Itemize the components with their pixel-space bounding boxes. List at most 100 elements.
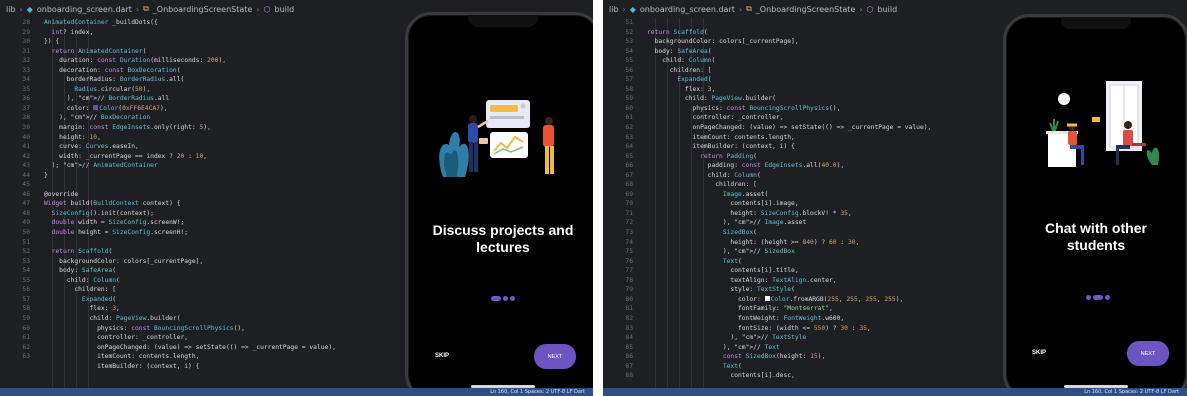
- breadcrumb-file[interactable]: onboarding_screen.dart: [37, 5, 132, 14]
- code-line[interactable]: children: [: [647, 180, 931, 190]
- code-line[interactable]: return Scaffold(: [647, 28, 931, 38]
- code-line[interactable]: fontFamily: "Montserrat",: [647, 304, 931, 314]
- code-line[interactable]: fontWeight: FontWeight.w600,: [647, 314, 931, 324]
- line-number: 54: [625, 47, 633, 55]
- code-line[interactable]: contents[i].desc,: [647, 371, 931, 381]
- skip-button[interactable]: SKIP: [1032, 350, 1046, 356]
- code-line[interactable]: ), "cm">// Image.asset: [647, 218, 931, 228]
- line-number: 33: [22, 66, 30, 74]
- code-line[interactable]: itemBuilder: (context, i) {: [647, 142, 931, 152]
- code-line[interactable]: color: Color(0xFF6E4CA7),: [44, 104, 336, 114]
- line-number: 64: [625, 143, 633, 151]
- code-line[interactable]: body: SafeArea(: [647, 47, 931, 57]
- code-line[interactable]: borderRadius: BorderRadius.all(: [44, 75, 336, 85]
- code-line[interactable]: return Padding(: [647, 152, 931, 162]
- code-line[interactable]: fontSize: (width <= 550) ? 30 : 35,: [647, 324, 931, 334]
- code-line[interactable]: textAlign: TextAlign.center,: [647, 276, 931, 286]
- code-line[interactable]: itemCount: contents.length,: [647, 133, 931, 143]
- line-number: 68: [625, 181, 633, 189]
- code-line[interactable]: backgroundColor: colors[_currentPage],: [647, 37, 931, 47]
- code-line[interactable]: itemBuilder: (context, i) {: [44, 362, 336, 372]
- code-line[interactable]: height: (height >= 840) ? 60 : 30,: [647, 238, 931, 248]
- next-button[interactable]: NEXT: [1127, 341, 1169, 366]
- code-line[interactable]: [647, 18, 931, 28]
- code-line[interactable]: SizedBox(: [647, 228, 931, 238]
- code-line[interactable]: int? index,: [44, 28, 336, 38]
- code-line[interactable]: color: Color.fromARGB(255, 255, 255, 255…: [647, 295, 931, 305]
- code-line[interactable]: ), "cm">// Text: [647, 343, 931, 353]
- code-line[interactable]: child: PageView.builder(: [44, 314, 336, 324]
- code-line[interactable]: Text(: [647, 362, 931, 372]
- code-line[interactable]: Image.asset(: [647, 190, 931, 200]
- code-line[interactable]: height: SizeConfig.blockV! * 35,: [647, 209, 931, 219]
- code-line[interactable]: curve: Curves.easeIn,: [44, 142, 336, 152]
- code-line[interactable]: Text(: [647, 257, 931, 267]
- code-line[interactable]: padding: const EdgeInsets.all(40.0),: [647, 161, 931, 171]
- code-line[interactable]: children: [: [44, 285, 336, 295]
- breadcrumb-file[interactable]: onboarding_screen.dart: [640, 5, 735, 14]
- code-line[interactable]: margin: const EdgeInsets.only(right: 5),: [44, 123, 336, 133]
- code-line[interactable]: style: TextStyle(: [647, 285, 931, 295]
- code-line[interactable]: height: 10,: [44, 133, 336, 143]
- breadcrumb-method[interactable]: build: [275, 5, 295, 14]
- code-line[interactable]: physics: const BouncingScrollPhysics(),: [647, 104, 931, 114]
- code-line[interactable]: AnimatedContainer _buildDots({: [44, 18, 336, 28]
- code-line[interactable]: ), "cm">// SizedBox: [647, 247, 931, 257]
- code-line[interactable]: decoration: const BoxDecoration(: [44, 66, 336, 76]
- line-number: 51: [625, 19, 633, 26]
- code-line[interactable]: itemCount: contents.length,: [44, 352, 336, 362]
- code-line[interactable]: Widget build(BuildContext context) {: [44, 199, 336, 209]
- code-line[interactable]: physics: const BouncingScrollPhysics(),: [44, 324, 336, 334]
- code-line[interactable]: onPageChanged: (value) => setState(() =>…: [44, 343, 336, 353]
- code-line[interactable]: children: [: [647, 66, 931, 76]
- code-line[interactable]: contents[i].title,: [647, 266, 931, 276]
- next-button[interactable]: NEXT: [534, 344, 576, 369]
- code-line[interactable]: ), "cm">// BorderRadius.all: [44, 94, 336, 104]
- breadcrumb-lib[interactable]: lib: [609, 5, 619, 14]
- code-line[interactable]: }) {: [44, 37, 336, 47]
- line-number: 57: [625, 76, 633, 84]
- breadcrumb-lib[interactable]: lib: [6, 5, 16, 14]
- breadcrumb-method[interactable]: build: [878, 5, 898, 14]
- code-line[interactable]: @override: [44, 190, 336, 200]
- code-line[interactable]: body: SafeArea(: [44, 266, 336, 276]
- breadcrumb-class[interactable]: _OnboardingScreenState: [756, 5, 856, 14]
- code-line[interactable]: return AnimatedContainer(: [44, 47, 336, 57]
- code-line[interactable]: width: _currentPage == index ? 20 : 10,: [44, 152, 336, 162]
- onboarding-illustration: [1046, 81, 1160, 167]
- code-line[interactable]: backgroundColor: colors[_currentPage],: [44, 257, 336, 267]
- code-line[interactable]: child: Column(: [647, 171, 931, 181]
- line-number: 63: [22, 353, 30, 361]
- code-line[interactable]: [44, 180, 336, 190]
- code-line[interactable]: contents[i].image,: [647, 199, 931, 209]
- code-line[interactable]: [44, 238, 336, 248]
- code-line[interactable]: double width = SizeConfig.screenW!;: [44, 218, 336, 228]
- code-text[interactable]: return Scaffold( backgroundColor: colors…: [647, 18, 931, 381]
- code-line[interactable]: double height = SizeConfig.screenH!;: [44, 228, 336, 238]
- breadcrumb-class[interactable]: _OnboardingScreenState: [153, 5, 253, 14]
- status-bar: Ln 160, Col 1 Spaces: 2 UTF-8 LF Dart: [603, 388, 1187, 396]
- code-line[interactable]: child: PageView.builder(: [647, 94, 931, 104]
- code-line[interactable]: return Scaffold(: [44, 247, 336, 257]
- code-line[interactable]: Radius.circular(50),: [44, 85, 336, 95]
- code-line[interactable]: Expanded(: [44, 295, 336, 305]
- code-line[interactable]: ), "cm">// TextStyle: [647, 333, 931, 343]
- code-line[interactable]: child: Column(: [44, 276, 336, 286]
- code-line[interactable]: ); "cm">// AnimatedContainer: [44, 161, 336, 171]
- code-line[interactable]: flex: 3,: [647, 85, 931, 95]
- code-line[interactable]: }: [44, 171, 336, 181]
- code-line[interactable]: onPageChanged: (value) => setState(() =>…: [647, 123, 931, 133]
- skip-button[interactable]: SKIP: [435, 353, 449, 359]
- code-line[interactable]: controller: _controller,: [647, 113, 931, 123]
- code-line[interactable]: controller: _controller,: [44, 333, 336, 343]
- line-number: 53: [22, 257, 30, 265]
- code-line[interactable]: const SizedBox(height: 15),: [647, 352, 931, 362]
- code-line[interactable]: flex: 3,: [44, 304, 336, 314]
- code-line[interactable]: child: Column(: [647, 56, 931, 66]
- code-line[interactable]: SizeConfig().init(context);: [44, 209, 336, 219]
- code-line[interactable]: Expanded(: [647, 75, 931, 85]
- code-text[interactable]: AnimatedContainer _buildDots({ int? inde…: [44, 18, 336, 371]
- code-line[interactable]: ), "cm">// BoxDecoration: [44, 113, 336, 123]
- page-dot: [1105, 295, 1110, 300]
- code-line[interactable]: duration: const Duration(milliseconds: 2…: [44, 56, 336, 66]
